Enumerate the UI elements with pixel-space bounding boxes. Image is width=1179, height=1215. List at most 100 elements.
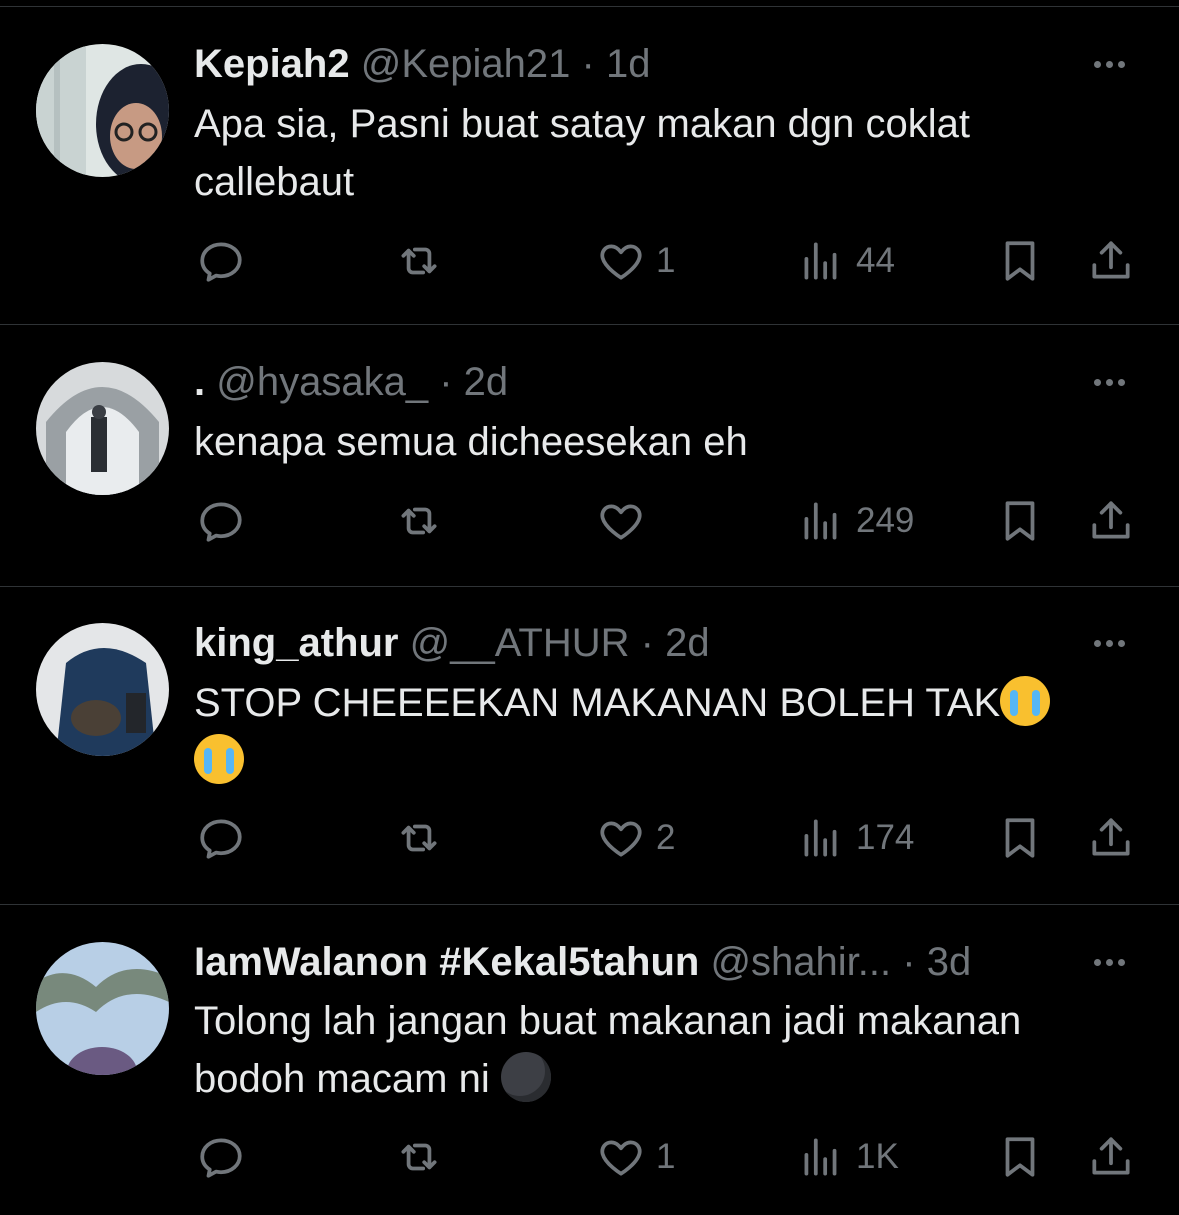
like-count: 1 <box>656 1137 676 1176</box>
reply-icon <box>200 1138 242 1178</box>
new-moon-face-icon <box>500 1052 551 1102</box>
loudly-crying-face-icon <box>194 734 244 784</box>
action-bar: 1 1K <box>0 1127 1179 1187</box>
separator: · <box>902 940 916 984</box>
tweet-text-line: callebaut <box>194 160 355 204</box>
action-bar: 2 174 <box>0 808 1179 868</box>
reply-button[interactable] <box>196 1127 246 1187</box>
bookmark-button[interactable] <box>995 231 1045 291</box>
avatar[interactable] <box>36 362 169 495</box>
views-button[interactable]: 174 <box>796 808 914 868</box>
avatar[interactable] <box>36 623 169 756</box>
timestamp[interactable]: 1d <box>606 42 651 86</box>
retweet-icon <box>401 824 437 852</box>
tweet-text: STOP CHEEEEKAN MAKANAN BOLEH TAK <box>194 674 1154 790</box>
bookmark-button[interactable] <box>995 1127 1045 1187</box>
separator: · <box>640 621 654 665</box>
heart-icon <box>600 244 642 280</box>
reply-icon <box>200 502 242 542</box>
like-button[interactable]: 2 <box>596 808 675 868</box>
separator: · <box>581 42 595 86</box>
tweet-text-line: bodoh macam ni <box>194 1057 490 1101</box>
reply-icon <box>200 819 242 859</box>
separator: · <box>439 360 453 404</box>
retweet-icon <box>401 1143 437 1171</box>
bookmark-icon <box>1005 818 1035 858</box>
loudly-crying-face-icon <box>1000 676 1051 726</box>
display-name[interactable]: . <box>194 360 205 404</box>
reply-button[interactable] <box>196 231 246 291</box>
view-count: 1K <box>856 1137 899 1176</box>
views-icon <box>804 819 837 857</box>
timestamp[interactable]: 2d <box>464 360 509 404</box>
action-bar: 249 <box>0 491 1179 551</box>
views-icon <box>804 502 837 540</box>
more-icon[interactable] <box>1094 952 1138 972</box>
heart-icon <box>600 1140 642 1176</box>
views-icon <box>804 242 837 280</box>
bookmark-icon <box>1005 1137 1035 1177</box>
views-button[interactable]: 249 <box>796 491 914 551</box>
like-button[interactable]: 1 <box>596 1127 675 1187</box>
views-button[interactable]: 1K <box>796 1127 899 1187</box>
tweet-text-line: STOP CHEEEEKAN MAKANAN BOLEH TAK <box>194 681 1001 725</box>
view-count: 174 <box>856 818 915 857</box>
more-icon[interactable] <box>1094 633 1138 653</box>
like-button[interactable]: 1 <box>596 231 675 291</box>
tweet-text: Tolong lah jangan buat makanan jadi maka… <box>194 992 1154 1108</box>
retweet-button[interactable] <box>394 808 444 868</box>
share-icon <box>1092 241 1130 279</box>
view-count: 249 <box>856 501 915 540</box>
action-bar: 1 44 <box>0 231 1179 291</box>
user-handle[interactable]: @shahir... <box>710 940 891 984</box>
like-count: 2 <box>656 818 676 857</box>
avatar[interactable] <box>36 942 169 1075</box>
bookmark-icon <box>1005 241 1035 281</box>
bookmark-button[interactable] <box>995 491 1045 551</box>
reply-icon <box>200 242 242 282</box>
display-name[interactable]: king_athur <box>194 621 398 665</box>
retweet-button[interactable] <box>394 1127 444 1187</box>
heart-icon <box>600 821 642 857</box>
retweet-button[interactable] <box>394 491 444 551</box>
display-name[interactable]: IamWalanon #Kekal5tahun <box>194 940 699 984</box>
like-count: 1 <box>656 241 676 280</box>
timestamp[interactable]: 2d <box>665 621 710 665</box>
like-button[interactable] <box>596 491 656 551</box>
more-icon[interactable] <box>1094 372 1138 392</box>
reply-button[interactable] <box>196 808 246 868</box>
share-button[interactable] <box>1086 491 1136 551</box>
share-button[interactable] <box>1086 808 1136 868</box>
user-handle[interactable]: @hyasaka_ <box>216 360 428 404</box>
user-handle[interactable]: @__ATHUR <box>410 621 630 665</box>
views-icon <box>804 1138 837 1176</box>
tweet-text: kenapa semua dicheesekan eh <box>194 413 1154 471</box>
more-icon[interactable] <box>1094 54 1138 74</box>
retweet-icon <box>401 507 437 535</box>
share-icon <box>1092 818 1130 856</box>
share-icon <box>1092 1137 1130 1175</box>
share-icon <box>1092 501 1130 539</box>
retweet-icon <box>401 247 437 275</box>
tweet-text-line: Apa sia, Pasni buat satay makan dgn cokl… <box>194 102 971 146</box>
bookmark-icon <box>1005 501 1035 541</box>
reply-button[interactable] <box>196 491 246 551</box>
timestamp[interactable]: 3d <box>927 940 972 984</box>
share-button[interactable] <box>1086 1127 1136 1187</box>
tweet-text-line: kenapa semua dicheesekan eh <box>194 420 748 464</box>
tweet[interactable]: IamWalanon #Kekal5tahun @shahir... · 3d … <box>0 905 1179 1215</box>
tweet-text: Apa sia, Pasni buat satay makan dgn cokl… <box>194 95 1154 211</box>
tweet[interactable]: Kepiah2 @Kepiah21 · 1d Apa sia, Pasni bu… <box>0 7 1179 325</box>
bookmark-button[interactable] <box>995 808 1045 868</box>
tweet[interactable]: . @hyasaka_ · 2d kenapa semua dicheeseka… <box>0 325 1179 587</box>
view-count: 44 <box>856 241 895 280</box>
avatar[interactable] <box>36 44 169 177</box>
share-button[interactable] <box>1086 231 1136 291</box>
tweet[interactable]: king_athur @__ATHUR · 2d STOP CHEEEEKAN … <box>0 587 1179 905</box>
user-handle[interactable]: @Kepiah21 <box>361 42 571 86</box>
views-button[interactable]: 44 <box>796 231 895 291</box>
heart-icon <box>600 504 642 540</box>
display-name[interactable]: Kepiah2 <box>194 42 350 86</box>
retweet-button[interactable] <box>394 231 444 291</box>
tweet-text-line: Tolong lah jangan buat makanan jadi maka… <box>194 999 1022 1043</box>
